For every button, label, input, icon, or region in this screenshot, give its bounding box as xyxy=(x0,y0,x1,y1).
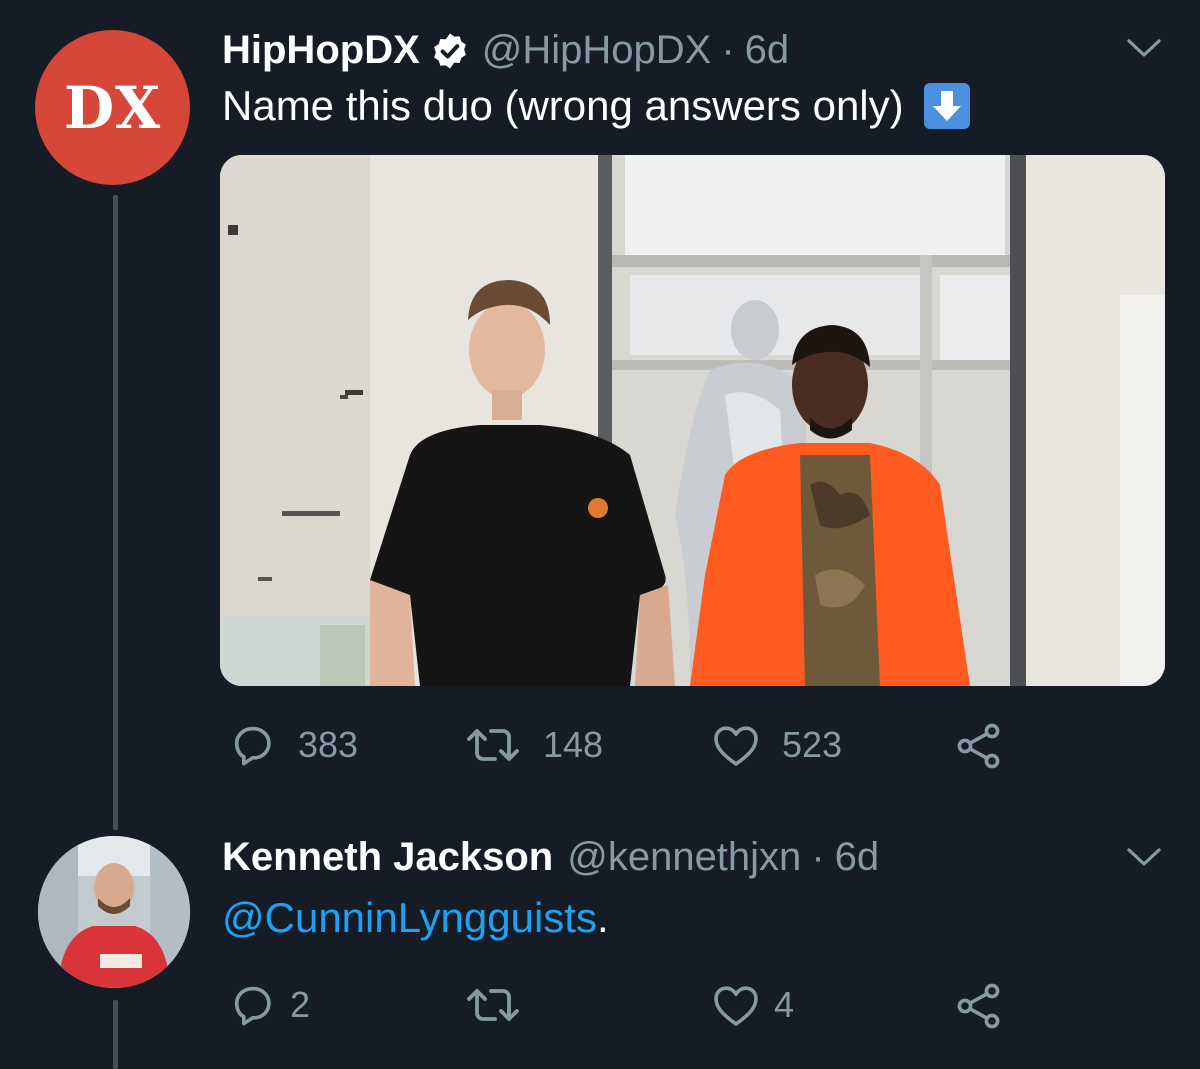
thread-line xyxy=(113,195,118,830)
down-arrow-emoji-icon xyxy=(923,83,970,129)
reply-icon xyxy=(234,726,271,766)
tweet-text-suffix: . xyxy=(596,894,609,941)
share-button[interactable] xyxy=(955,982,1003,1030)
reply-button[interactable]: 383 xyxy=(230,722,358,768)
like-count: 4 xyxy=(774,984,795,1025)
timestamp[interactable]: 6d xyxy=(835,835,880,880)
thread-line-lower xyxy=(113,1000,118,1069)
retweet-icon xyxy=(467,989,519,1021)
author-handle[interactable]: @HipHopDX xyxy=(482,28,712,73)
verified-badge-icon xyxy=(433,33,466,68)
share-icon xyxy=(957,723,1000,769)
separator-dot: · xyxy=(721,28,735,72)
chevron-down-icon[interactable] xyxy=(1126,845,1162,869)
avatar-logo-text: DX xyxy=(63,73,162,142)
photo-illustration xyxy=(220,155,1165,686)
like-button[interactable]: 523 xyxy=(712,722,842,768)
tweet-header: HipHopDX @HipHopDX · 6d xyxy=(222,28,789,73)
mention-link[interactable]: @CunninLyngguists xyxy=(222,894,597,942)
heart-icon xyxy=(714,986,758,1026)
author-name[interactable]: Kenneth Jackson xyxy=(222,835,553,880)
timestamp[interactable]: 6d xyxy=(745,28,790,73)
reply-count: 2 xyxy=(290,984,311,1025)
avatar[interactable] xyxy=(38,836,190,988)
tweet-header: Kenneth Jackson @kennethjxn · 6d xyxy=(222,835,879,880)
retweet-button[interactable] xyxy=(465,982,543,1028)
chevron-down-icon[interactable] xyxy=(1126,36,1162,60)
retweet-icon xyxy=(467,729,519,761)
like-count: 523 xyxy=(782,724,843,765)
share-icon xyxy=(957,983,1000,1029)
author-handle[interactable]: @kennethjxn xyxy=(567,835,801,880)
share-button[interactable] xyxy=(955,722,1003,770)
separator-dot: · xyxy=(811,835,825,879)
reply-button[interactable]: 2 xyxy=(230,982,310,1028)
retweet-button[interactable]: 148 xyxy=(465,722,603,768)
tweet-text-content: Name this duo (wrong answers only) xyxy=(222,82,904,129)
avatar[interactable]: DX xyxy=(35,30,190,185)
tweet-photo[interactable] xyxy=(220,155,1165,686)
tweet-text: @CunninLyngguists . xyxy=(222,894,609,942)
retweet-count: 148 xyxy=(543,724,604,765)
avatar-photo xyxy=(38,836,190,988)
reply-icon xyxy=(234,986,271,1026)
like-button[interactable]: 4 xyxy=(712,982,794,1028)
reply-count: 383 xyxy=(298,724,359,765)
tweet-text: Name this duo (wrong answers only) xyxy=(222,82,970,130)
heart-icon xyxy=(714,726,758,766)
author-name[interactable]: HipHopDX xyxy=(222,28,420,73)
